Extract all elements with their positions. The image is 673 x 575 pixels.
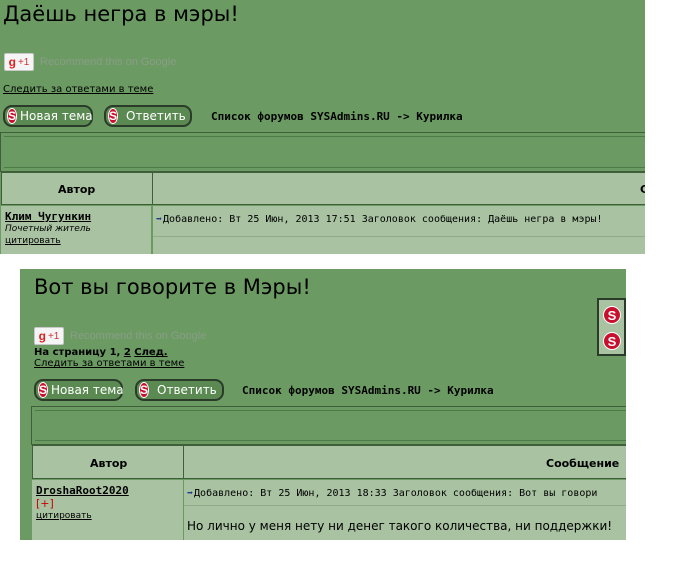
page-2-link[interactable]: 2 (124, 347, 131, 358)
post-message: Но лично у меня нету ни денег такого кол… (187, 519, 613, 533)
s-logo-icon[interactable]: S (603, 306, 621, 324)
page-title: Даёшь негра в мэры! (3, 2, 239, 26)
post-author-cell: Клим Чугункин Почетный житель цитировать (1, 206, 152, 254)
post-author-plus[interactable]: [+] (36, 497, 54, 510)
google-plus-button[interactable]: g +1 (34, 327, 64, 345)
post-arrow-icon[interactable]: ➡ (156, 214, 162, 225)
new-topic-button[interactable]: S Новая тема (34, 379, 124, 401)
post-author-name[interactable]: DroshaRoot2020 (36, 484, 129, 497)
message-header-label: Сообщение (546, 457, 620, 470)
message-header-label: С (640, 183, 645, 196)
post-meta: ➡Добавлено: Вт 25 Июн, 2013 18:33 Заголо… (187, 488, 598, 499)
post-meta: ➡Добавлено: Вт 25 Июн, 2013 17:51 Заголо… (156, 214, 603, 225)
message-column-header (152, 172, 645, 205)
page-title: Вот вы говорите в Мэры! (34, 275, 311, 299)
google-plus-widget: g +1 Recommend this on Google (34, 327, 206, 345)
post-arrow-icon[interactable]: ➡ (187, 488, 193, 499)
post-author-cell: DroshaRoot2020 [+] цитировать (32, 480, 183, 540)
post-author-name[interactable]: Клим Чугункин (5, 210, 91, 223)
s-logo-icon[interactable]: S (603, 332, 621, 350)
google-plus-text: Recommend this on Google (40, 56, 177, 68)
post-author-rank: Почетный житель (5, 224, 91, 234)
s-logo-icon: S (139, 382, 150, 398)
reply-button[interactable]: S Ответить (135, 379, 224, 401)
side-icon-box: S S (597, 298, 626, 356)
google-plus-button[interactable]: g +1 (4, 53, 34, 71)
s-logo-icon: S (38, 382, 49, 398)
pagination: На страницу 1, 2 След. (34, 347, 168, 358)
thread-panel-2: Вот вы говорите в Мэры! S S g +1 Recommen… (20, 269, 626, 540)
watch-topic-link[interactable]: Следить за ответами в теме (3, 84, 153, 95)
table-title-bar (0, 132, 645, 172)
new-topic-button[interactable]: S Новая тема (3, 105, 93, 127)
author-header-label: Автор (90, 457, 128, 470)
google-plus-widget: g +1 Recommend this on Google (4, 53, 176, 71)
watch-topic-link[interactable]: Следить за ответами в теме (34, 358, 184, 369)
author-header-label: Автор (58, 183, 96, 196)
next-page-link[interactable]: След. (134, 347, 167, 358)
breadcrumb[interactable]: Список форумов SYSAdmins.RU -> Курилка (211, 110, 463, 123)
breadcrumb[interactable]: Список форумов SYSAdmins.RU -> Курилка (242, 384, 494, 397)
post-body-cell: ➡Добавлено: Вт 25 Июн, 2013 17:51 Заголо… (153, 206, 645, 254)
quote-link[interactable]: цитировать (36, 511, 92, 521)
google-plus-icon: g (38, 329, 46, 343)
google-plus-icon: g (8, 55, 16, 69)
google-plus-text: Recommend this on Google (70, 330, 207, 342)
table-title-bar (31, 406, 626, 445)
post-body-cell: ➡Добавлено: Вт 25 Июн, 2013 18:33 Заголо… (184, 480, 626, 540)
s-logo-icon: S (108, 108, 119, 124)
quote-link[interactable]: цитировать (5, 236, 61, 246)
thread-panel-1: Даёшь негра в мэры! g +1 Recommend this o… (0, 0, 645, 254)
s-logo-icon: S (7, 108, 18, 124)
reply-button[interactable]: S Ответить (104, 105, 192, 127)
